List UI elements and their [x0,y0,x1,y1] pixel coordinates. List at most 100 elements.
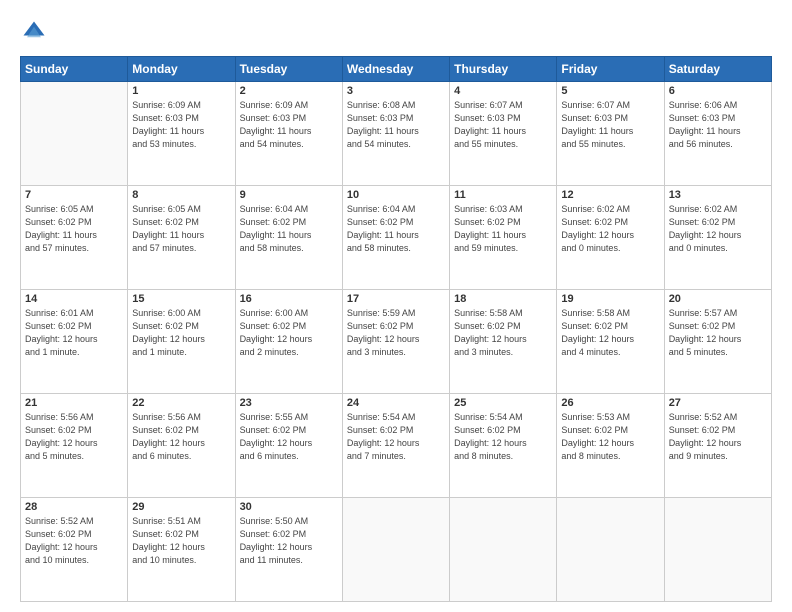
day-info: Sunrise: 5:57 AMSunset: 6:02 PMDaylight:… [669,307,767,359]
day-number: 11 [454,189,552,201]
day-info: Sunrise: 5:52 AMSunset: 6:02 PMDaylight:… [669,411,767,463]
calendar-cell: 21Sunrise: 5:56 AMSunset: 6:02 PMDayligh… [21,394,128,498]
day-number: 10 [347,189,445,201]
weekday-friday: Friday [557,57,664,82]
day-number: 30 [240,501,338,513]
day-number: 15 [132,293,230,305]
calendar-cell: 7 Sunrise: 6:05 AMSunset: 6:02 PMDaylight… [21,186,128,290]
day-number: 21 [25,397,123,409]
calendar-table: SundayMondayTuesdayWednesdayThursdayFrid… [20,56,772,602]
calendar-cell: 19 Sunrise: 5:58 AMSunset: 6:02 PMDayligh… [557,290,664,394]
calendar-cell: 20 Sunrise: 5:57 AMSunset: 6:02 PMDayligh… [664,290,771,394]
calendar-cell: 25 Sunrise: 5:54 AMSunset: 6:02 PMDayligh… [450,394,557,498]
calendar-cell: 17 Sunrise: 5:59 AMSunset: 6:02 PMDayligh… [342,290,449,394]
calendar-week-5: 28 Sunrise: 5:52 AMSunset: 6:02 PMDayligh… [21,498,772,602]
day-info: Sunrise: 6:09 AMSunset: 6:03 PMDaylight:… [132,99,230,151]
calendar-cell: 23 Sunrise: 5:55 AMSunset: 6:02 PMDayligh… [235,394,342,498]
calendar-cell: 18 Sunrise: 5:58 AMSunset: 6:02 PMDayligh… [450,290,557,394]
calendar-cell: 26Sunrise: 5:53 AMSunset: 6:02 PMDayligh… [557,394,664,498]
weekday-thursday: Thursday [450,57,557,82]
day-number: 20 [669,293,767,305]
calendar-cell [21,82,128,186]
day-info: Sunrise: 6:02 AMSunset: 6:02 PMDaylight:… [561,203,659,255]
day-number: 1 [132,85,230,97]
day-number: 4 [454,85,552,97]
day-number: 23 [240,397,338,409]
logo-icon [20,18,48,46]
day-info: Sunrise: 6:05 AMSunset: 6:02 PMDaylight:… [132,203,230,255]
calendar-cell: 9 Sunrise: 6:04 AMSunset: 6:02 PMDaylight… [235,186,342,290]
calendar-cell [557,498,664,602]
calendar-cell [342,498,449,602]
calendar-cell: 15 Sunrise: 6:00 AMSunset: 6:02 PMDayligh… [128,290,235,394]
day-info: Sunrise: 6:04 AMSunset: 6:02 PMDaylight:… [240,203,338,255]
day-number: 5 [561,85,659,97]
day-number: 3 [347,85,445,97]
day-number: 9 [240,189,338,201]
day-number: 29 [132,501,230,513]
day-info: Sunrise: 6:08 AMSunset: 6:03 PMDaylight:… [347,99,445,151]
day-number: 19 [561,293,659,305]
calendar-cell: 16Sunrise: 6:00 AMSunset: 6:02 PMDayligh… [235,290,342,394]
day-info: Sunrise: 5:56 AMSunset: 6:02 PMDaylight:… [132,411,230,463]
day-number: 24 [347,397,445,409]
day-number: 16 [240,293,338,305]
day-number: 12 [561,189,659,201]
weekday-tuesday: Tuesday [235,57,342,82]
calendar-cell [664,498,771,602]
calendar-cell: 11 Sunrise: 6:03 AMSunset: 6:02 PMDayligh… [450,186,557,290]
day-info: Sunrise: 6:01 AMSunset: 6:02 PMDaylight:… [25,307,123,359]
day-number: 18 [454,293,552,305]
day-number: 25 [454,397,552,409]
logo [20,18,52,46]
day-info: Sunrise: 6:00 AMSunset: 6:02 PMDaylight:… [132,307,230,359]
calendar-cell: 13Sunrise: 6:02 AMSunset: 6:02 PMDayligh… [664,186,771,290]
calendar-cell: 8 Sunrise: 6:05 AMSunset: 6:02 PMDaylight… [128,186,235,290]
day-number: 27 [669,397,767,409]
calendar-cell: 30 Sunrise: 5:50 AMSunset: 6:02 PMDayligh… [235,498,342,602]
calendar-cell: 6 Sunrise: 6:06 AMSunset: 6:03 PMDaylight… [664,82,771,186]
calendar-week-4: 21 Sunrise: 5:56 AMSunset: 6:02 PMDayligh… [21,394,772,498]
day-number: 14 [25,293,123,305]
day-info: Sunrise: 6:03 AMSunset: 6:02 PMDaylight:… [454,203,552,255]
calendar-week-1: 1 Sunrise: 6:09 AMSunset: 6:03 PMDaylight… [21,82,772,186]
day-info: Sunrise: 5:58 AMSunset: 6:02 PMDaylight:… [561,307,659,359]
day-number: 22 [132,397,230,409]
day-info: Sunrise: 5:54 AMSunset: 6:02 PMDaylight:… [347,411,445,463]
calendar-cell [450,498,557,602]
calendar-cell: 24 Sunrise: 5:54 AMSunset: 6:02 PMDayligh… [342,394,449,498]
calendar-cell: 29 Sunrise: 5:51 AMSunset: 6:02 PMDayligh… [128,498,235,602]
calendar-cell: 28 Sunrise: 5:52 AMSunset: 6:02 PMDayligh… [21,498,128,602]
day-number: 8 [132,189,230,201]
page: SundayMondayTuesdayWednesdayThursdayFrid… [0,0,792,612]
day-info: Sunrise: 6:04 AMSunset: 6:02 PMDaylight:… [347,203,445,255]
weekday-wednesday: Wednesday [342,57,449,82]
weekday-monday: Monday [128,57,235,82]
day-info: Sunrise: 5:59 AMSunset: 6:02 PMDaylight:… [347,307,445,359]
day-info: Sunrise: 6:09 AMSunset: 6:03 PMDaylight:… [240,99,338,151]
calendar-cell: 10 Sunrise: 6:04 AMSunset: 6:02 PMDayligh… [342,186,449,290]
day-info: Sunrise: 5:51 AMSunset: 6:02 PMDaylight:… [132,515,230,567]
calendar-cell: 14 Sunrise: 6:01 AMSunset: 6:02 PMDayligh… [21,290,128,394]
day-number: 17 [347,293,445,305]
day-info: Sunrise: 6:06 AMSunset: 6:03 PMDaylight:… [669,99,767,151]
day-number: 6 [669,85,767,97]
calendar-body: 1 Sunrise: 6:09 AMSunset: 6:03 PMDaylight… [21,82,772,602]
day-info: Sunrise: 5:58 AMSunset: 6:02 PMDaylight:… [454,307,552,359]
day-info: Sunrise: 5:55 AMSunset: 6:02 PMDaylight:… [240,411,338,463]
day-number: 7 [25,189,123,201]
calendar-cell: 12 Sunrise: 6:02 AMSunset: 6:02 PMDayligh… [557,186,664,290]
calendar-cell: 22 Sunrise: 5:56 AMSunset: 6:02 PMDayligh… [128,394,235,498]
day-info: Sunrise: 6:05 AMSunset: 6:02 PMDaylight:… [25,203,123,255]
calendar-week-3: 14 Sunrise: 6:01 AMSunset: 6:02 PMDayligh… [21,290,772,394]
weekday-header-row: SundayMondayTuesdayWednesdayThursdayFrid… [21,57,772,82]
day-info: Sunrise: 5:54 AMSunset: 6:02 PMDaylight:… [454,411,552,463]
day-number: 26 [561,397,659,409]
day-info: Sunrise: 5:50 AMSunset: 6:02 PMDaylight:… [240,515,338,567]
day-number: 13 [669,189,767,201]
day-number: 2 [240,85,338,97]
weekday-sunday: Sunday [21,57,128,82]
calendar-cell: 2 Sunrise: 6:09 AMSunset: 6:03 PMDaylight… [235,82,342,186]
day-number: 28 [25,501,123,513]
day-info: Sunrise: 5:52 AMSunset: 6:02 PMDaylight:… [25,515,123,567]
